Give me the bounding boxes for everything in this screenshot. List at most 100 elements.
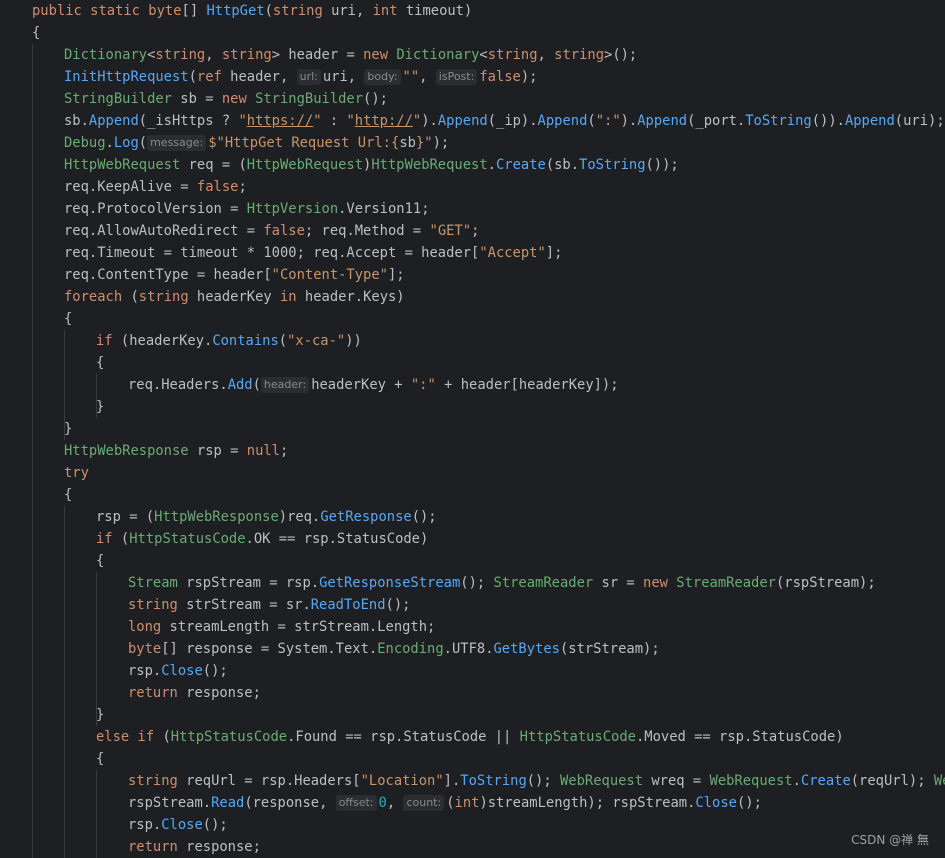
code-token: if [96, 333, 113, 349]
code-line[interactable]: req.Headers.Add(header: headerKey + ":" +… [128, 374, 619, 396]
code-line[interactable]: { [32, 22, 40, 44]
code-line[interactable]: { [96, 748, 104, 770]
code-token: (rspStream); [775, 575, 876, 591]
code-token: ( [112, 531, 130, 547]
code-line[interactable]: StringBuilder sb = new StringBuilder(); [64, 88, 388, 110]
code-line[interactable]: if (HttpStatusCode.OK == rsp.StatusCode) [96, 528, 428, 550]
code-line[interactable]: byte[] response = System.Text.Encoding.U… [128, 638, 660, 660]
code-token: sb [399, 135, 416, 151]
indent-guide [96, 572, 97, 726]
code-token: return [128, 685, 178, 701]
code-line[interactable]: else if (HttpStatusCode.Found == rsp.Sta… [96, 726, 844, 748]
code-line[interactable]: rsp = (HttpWebResponse)req.GetResponse()… [96, 506, 437, 528]
code-token: Dictionary [396, 47, 480, 63]
parameter-hint: header: [260, 377, 310, 393]
code-token: " [238, 113, 247, 129]
code-line[interactable]: { [64, 484, 72, 506]
code-line[interactable]: foreach (string headerKey in header.Keys… [64, 286, 405, 308]
code-token: ( [122, 289, 139, 305]
parameter-hint: url: [296, 69, 321, 85]
code-token: ; [238, 179, 247, 195]
code-token: GetBytes [493, 641, 560, 657]
code-line[interactable]: { [96, 550, 104, 572]
code-line[interactable]: string reqUrl = rsp.Headers["Location"].… [128, 770, 945, 792]
code-token: ]. [443, 773, 461, 789]
code-line[interactable]: req.ContentType = header["Content-Type"]… [64, 264, 405, 286]
code-token: (reqUrl); [850, 773, 934, 789]
code-token: Append [844, 113, 895, 129]
code-line[interactable]: InitHttpRequest(ref header, url: uri, bod… [64, 66, 537, 88]
code-token: }" [415, 135, 433, 151]
code-token: > header = [271, 47, 364, 63]
parameter-hint: body: [364, 69, 401, 85]
code-token: timeout) [397, 3, 473, 19]
code-line[interactable]: req.Timeout = timeout * 1000; req.Accept… [64, 242, 562, 264]
code-token: Close [161, 817, 203, 833]
code-token: , [205, 47, 222, 63]
code-token: ()). [811, 113, 845, 129]
code-token: ( [138, 135, 148, 151]
code-token: ( [264, 3, 273, 19]
code-token: int [372, 3, 398, 19]
code-token: { [96, 553, 105, 569]
code-line[interactable]: return response; [128, 836, 261, 858]
code-line[interactable]: return response; [128, 682, 261, 704]
code-line[interactable]: req.KeepAlive = false; [64, 176, 247, 198]
code-line[interactable]: { [64, 308, 72, 330]
code-token: req.Headers. [128, 377, 228, 393]
code-token: GetResponseStream [319, 575, 461, 591]
code-token: HttpStatusCode [129, 531, 246, 547]
code-line[interactable]: if (headerKey.Contains("x-ca-")) [96, 330, 362, 352]
code-token: .UTF8. [443, 641, 494, 657]
code-line[interactable]: rspStream.Read(response, offset: 0, count… [128, 792, 762, 814]
code-line[interactable]: rsp.Close(); [128, 814, 228, 836]
code-token: new [643, 575, 677, 591]
code-token: + header[headerKey]); [435, 377, 619, 393]
code-token: [] response = System.Text. [161, 641, 378, 657]
code-line[interactable]: public static byte[] HttpGet(string uri,… [32, 0, 472, 22]
code-token: null [246, 443, 280, 459]
code-token: Contains [212, 333, 279, 349]
code-line[interactable]: Dictionary<string, string> header = new … [64, 44, 637, 66]
code-token: } [96, 399, 105, 415]
code-line[interactable]: sb.Append(_isHttps ? "https://" : "http:… [64, 110, 945, 132]
code-token: "x-ca-" [287, 333, 346, 349]
code-token: rsp = ( [96, 509, 155, 525]
code-token: : [321, 113, 347, 129]
code-token: Append [88, 113, 139, 129]
code-token: { [96, 751, 105, 767]
code-token: ]; [387, 267, 405, 283]
code-line[interactable]: long streamLength = strStream.Length; [128, 616, 435, 638]
code-line[interactable]: } [64, 418, 72, 440]
code-token: { [32, 25, 41, 41]
code-line[interactable]: Debug.Log(message: $"HttpGet Request Url:… [64, 132, 449, 154]
code-line[interactable]: req.AllowAutoRedirect = false; req.Metho… [64, 220, 479, 242]
code-line[interactable]: { [96, 352, 104, 374]
code-token: rsp = [188, 443, 247, 459]
code-token: sr = [593, 575, 644, 591]
code-line[interactable]: rsp.Close(); [128, 660, 228, 682]
code-token: try [64, 465, 89, 481]
code-token: https:// [246, 113, 314, 129]
code-token: . [487, 157, 496, 173]
code-token: reqUrl = rsp.Headers[ [177, 773, 361, 789]
code-token: string [272, 3, 323, 19]
code-line[interactable]: Stream rspStream = rsp.GetResponseStream… [128, 572, 876, 594]
code-token: StreamReader [493, 575, 594, 591]
code-token: Read [211, 795, 245, 811]
code-token: ; req.Method = [304, 223, 430, 239]
code-line[interactable]: } [96, 704, 104, 726]
code-line[interactable]: string strStream = sr.ReadToEnd(); [128, 594, 410, 616]
code-token: ( [188, 69, 197, 85]
code-editor[interactable]: public static byte[] HttpGet(string uri,… [0, 0, 945, 858]
code-line[interactable]: HttpWebRequest req = (HttpWebRequest)Htt… [64, 154, 679, 176]
code-token: { [64, 487, 73, 503]
code-token: req.AllowAutoRedirect = [64, 223, 264, 239]
code-line[interactable]: req.ProtocolVersion = HttpVersion.Versio… [64, 198, 430, 220]
code-line[interactable]: } [96, 396, 104, 418]
code-token: Append [637, 113, 688, 129]
code-line[interactable]: try [64, 462, 89, 484]
code-line[interactable]: HttpWebResponse rsp = null; [64, 440, 288, 462]
code-token: "" [402, 69, 420, 85]
code-token: ()); [645, 157, 679, 173]
